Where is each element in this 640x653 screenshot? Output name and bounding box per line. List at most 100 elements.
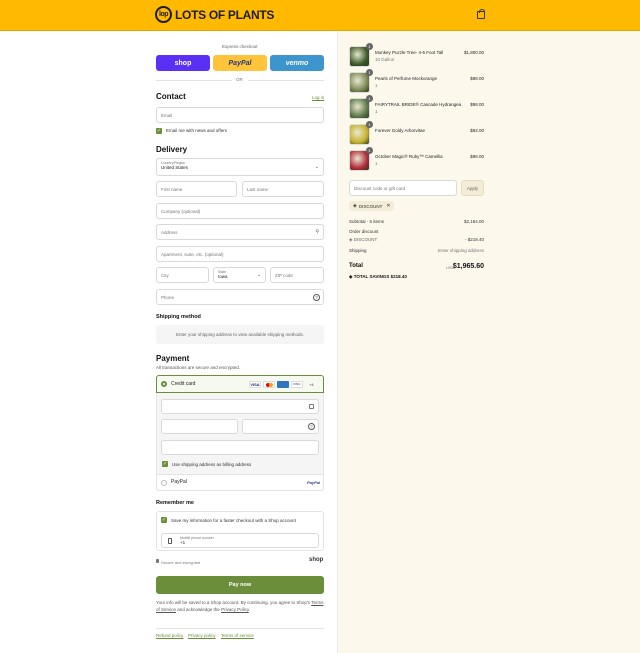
quantity-badge: 1 xyxy=(366,69,373,76)
radio-selected-icon[interactable] xyxy=(161,381,167,387)
remember-panel: ✓ Save my information for a faster check… xyxy=(156,511,324,551)
product-name: Monkey Puzzle Tree- 4-5 Foot Tall xyxy=(375,50,444,55)
search-icon: ⚲ xyxy=(315,229,319,235)
terms-of-service-link[interactable]: Terms of service xyxy=(221,633,254,638)
product-variant: 10 Gallon xyxy=(375,57,395,62)
zip-input[interactable]: ZIP code xyxy=(270,267,324,283)
site-header: lop LOTS OF PLANTS xyxy=(0,0,640,31)
billing-same-checkbox[interactable]: ✓ xyxy=(162,461,168,467)
country-select[interactable]: Country/Region United States ⌄ xyxy=(156,158,324,176)
shop-privacy-link[interactable]: Privacy Policy xyxy=(221,607,249,612)
total-label: Total xyxy=(349,263,363,269)
paypal-label: PayPal xyxy=(171,479,187,485)
help-icon[interactable]: ? xyxy=(313,294,320,301)
pay-now-button[interactable]: Pay now xyxy=(156,576,324,594)
address-placeholder: Address xyxy=(161,229,178,235)
savings-label: TOTAL SAVINGS xyxy=(353,274,390,279)
product-name: FAIRYTRAIL BRIDE® Cascade Hydrangea xyxy=(375,102,462,107)
payment-subtitle: All transactions are secure and encrypte… xyxy=(156,365,241,370)
city-placeholder: City xyxy=(161,272,169,278)
paypal-option[interactable]: PayPal PayPal xyxy=(156,475,324,491)
radio-icon[interactable] xyxy=(161,480,167,486)
subtotal-label: Subtotal · 5 items xyxy=(349,219,385,224)
login-link[interactable]: Log in xyxy=(312,95,324,100)
contact-heading: Contact xyxy=(156,92,186,101)
or-separator: OR xyxy=(236,77,243,82)
quantity-badge: 1 xyxy=(366,43,373,50)
logo-mark-icon: lop xyxy=(155,6,172,23)
close-icon[interactable]: ✕ xyxy=(386,203,390,209)
save-info-checkbox[interactable]: ✓ xyxy=(161,517,167,523)
mobile-phone-input[interactable]: Mobile phone number +1 xyxy=(161,533,319,548)
amex-icon xyxy=(277,381,289,388)
product-name: Pearls of Perfume Mockorange xyxy=(375,76,438,81)
apartment-input[interactable]: Apartment, suite, etc. (optional) xyxy=(156,246,324,262)
apply-button[interactable]: Apply xyxy=(461,180,484,196)
lock-icon xyxy=(156,559,159,563)
discount-value: - $218.40 xyxy=(464,237,484,242)
last-name-input[interactable]: Last name xyxy=(242,181,324,197)
savings-value: $218.40 xyxy=(390,274,407,279)
state-select[interactable]: State Iowa ⌄ xyxy=(213,267,266,283)
delivery-heading: Delivery xyxy=(156,145,188,154)
first-name-input[interactable]: First name xyxy=(156,181,237,197)
divider xyxy=(248,80,324,81)
phone-icon xyxy=(168,538,172,544)
product-name: Forever Goldy Arborvitae xyxy=(375,128,426,133)
product-variant: 1 xyxy=(375,109,378,114)
address-input[interactable]: Address ⚲ xyxy=(156,224,324,240)
shop-logo-icon: shop xyxy=(309,557,324,563)
product-price: $1,800.00 xyxy=(463,50,484,55)
billing-same-label: Use shipping address as billing address xyxy=(172,462,252,467)
refund-policy-link[interactable]: Refund policy xyxy=(156,633,183,638)
order-discount-label: Order discount xyxy=(349,229,379,234)
phone-placeholder: Phone xyxy=(161,294,175,300)
credit-card-option[interactable]: Credit card VISA DISC +4 xyxy=(156,375,324,393)
newsletter-checkbox[interactable]: ✓ xyxy=(156,128,162,134)
discount-tag-label: DISCOUNT xyxy=(358,203,383,209)
venmo-button[interactable]: venmo xyxy=(270,55,324,71)
credit-card-label: Credit card xyxy=(171,381,196,387)
discount-tag: ◈ DISCOUNT ✕ xyxy=(349,201,394,211)
apartment-placeholder: Apartment, suite, etc. (optional) xyxy=(161,251,224,257)
lock-icon xyxy=(309,404,314,409)
payment-heading: Payment xyxy=(156,354,190,363)
privacy-policy-link[interactable]: Privacy policy xyxy=(188,633,216,638)
product-variant: 1 xyxy=(375,161,378,166)
discount-line-label: ◈ DISCOUNT xyxy=(349,237,377,243)
expiry-input[interactable] xyxy=(161,419,238,434)
chevron-down-icon: ⌄ xyxy=(314,164,319,170)
email-input[interactable]: Email xyxy=(156,107,324,123)
shipping-label: Shipping xyxy=(349,248,367,253)
paypal-logo-icon: PayPal xyxy=(307,480,321,485)
product-variant: 1 xyxy=(375,83,378,88)
mobile-value: +1 xyxy=(180,540,186,545)
company-input[interactable]: Company (optional) xyxy=(156,203,324,219)
secure-text: Secure and encrypted xyxy=(161,560,201,565)
newsletter-label: Email me with news and offers xyxy=(166,128,227,133)
discount-placeholder: Discount code or gift card xyxy=(354,185,406,191)
shop-pay-button[interactable]: shop xyxy=(156,55,210,71)
shipping-note: Enter your shipping address to view avai… xyxy=(156,325,324,344)
quantity-badge: 1 xyxy=(366,95,373,102)
mastercard-icon xyxy=(263,381,275,388)
shop-disclaimer: Your info will be saved to a Shop accoun… xyxy=(156,599,324,613)
discount-code-input[interactable]: Discount code or gift card xyxy=(349,180,457,196)
security-code-input[interactable]: ? xyxy=(242,419,319,434)
visa-icon: VISA xyxy=(249,381,261,388)
brand-logo[interactable]: lop LOTS OF PLANTS xyxy=(155,6,274,23)
total-value: $1,965.60 xyxy=(452,263,484,270)
paypal-button[interactable]: PayPal xyxy=(213,55,267,71)
shopping-bag-icon[interactable] xyxy=(477,9,485,19)
subtotal-value: $2,184.00 xyxy=(463,219,484,224)
help-icon[interactable]: ? xyxy=(308,423,315,430)
product-price: $92.00 xyxy=(470,128,484,133)
name-on-card-input[interactable] xyxy=(161,440,319,455)
card-number-input[interactable] xyxy=(161,399,319,414)
disclaimer-end: . xyxy=(248,607,251,612)
phone-input[interactable]: Phone ? xyxy=(156,289,324,305)
shipping-heading: Shipping method xyxy=(156,314,201,320)
country-value: United States xyxy=(161,165,189,170)
city-input[interactable]: City xyxy=(156,267,209,283)
company-placeholder: Company (optional) xyxy=(161,208,201,214)
